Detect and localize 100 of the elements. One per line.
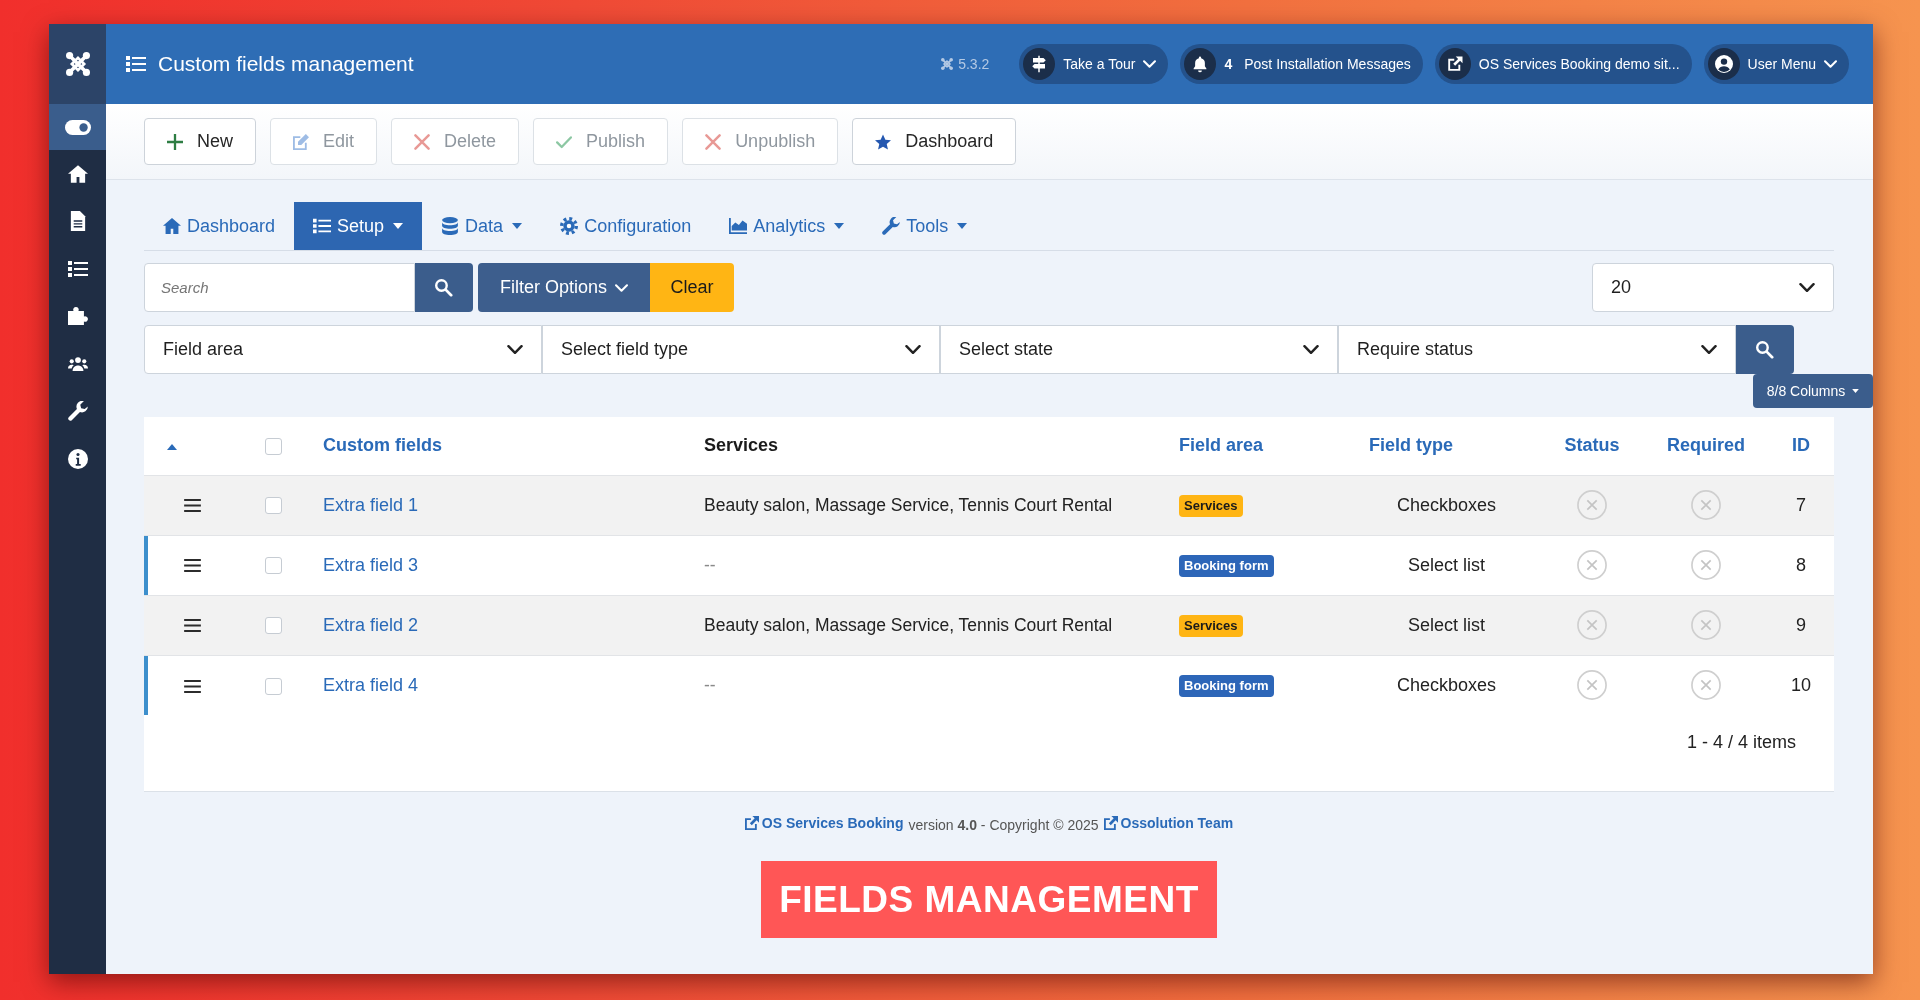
chevron-icon — [1824, 60, 1837, 68]
cross-icon — [705, 133, 722, 150]
bell-icon — [1184, 48, 1217, 80]
promo-banner: FIELDS MANAGEMENT — [761, 861, 1217, 938]
checkbox[interactable] — [265, 438, 282, 455]
services-text: Beauty salon, Massage Service, Tennis Court Rental — [704, 494, 1113, 515]
columns-button[interactable]: 8/8 Columns — [1753, 374, 1873, 408]
new-button[interactable]: New — [144, 118, 256, 165]
caret-icon — [393, 223, 404, 229]
id-text: 7 — [1796, 494, 1806, 515]
field-name-link[interactable]: Extra field 1 — [323, 494, 419, 515]
area-badge: Booking form — [1179, 674, 1274, 697]
gear-icon — [560, 217, 579, 235]
search-button[interactable] — [1736, 325, 1794, 374]
id-text: 10 — [1791, 674, 1811, 695]
clear-button[interactable]: Clear — [650, 263, 734, 312]
field-type-text: Select list — [1408, 554, 1485, 575]
caret-icon — [1852, 389, 1860, 393]
field-name-link[interactable]: Extra field 2 — [323, 614, 419, 635]
services-text: -- — [704, 674, 716, 695]
limit-select[interactable]: 20 — [1592, 263, 1834, 312]
area-badge: Services — [1179, 614, 1243, 637]
row-checkbox[interactable] — [265, 617, 282, 635]
chevron-icon — [507, 345, 523, 354]
area-badge: Services — [1179, 494, 1243, 517]
pagination-info: 1 - 4 / 4 items — [1686, 732, 1796, 753]
dashboard-button[interactable]: Dashboard — [852, 118, 1017, 165]
column-header[interactable]: Field type — [1353, 417, 1540, 475]
chevron-icon — [1701, 345, 1717, 354]
tab[interactable]: Tools — [863, 202, 987, 250]
field-type-text: Checkboxes — [1396, 494, 1497, 515]
column-header[interactable]: Status — [1540, 417, 1644, 475]
row-checkbox[interactable] — [265, 497, 282, 515]
list-icon — [126, 56, 146, 72]
area-badge: Booking form — [1179, 554, 1274, 577]
author-link[interactable]: Ossolution Team — [1103, 815, 1234, 831]
filter-select[interactable]: Field area — [144, 325, 542, 374]
caret-icon — [834, 223, 845, 229]
tour-button[interactable]: Take a Tour — [1019, 44, 1169, 84]
tab[interactable]: Analytics — [710, 202, 864, 250]
row-checkbox[interactable] — [265, 677, 282, 695]
caret-icon — [512, 223, 523, 229]
user-icon — [1707, 48, 1740, 80]
row-checkbox[interactable] — [265, 557, 282, 575]
site-link-button[interactable]: OS Services Booking demo sit... — [1434, 44, 1692, 84]
column-header[interactable]: ID — [1768, 417, 1834, 475]
wrench-icon — [882, 217, 901, 235]
filter-select[interactable]: Select state — [940, 325, 1338, 374]
drag-handle-icon[interactable] — [183, 499, 201, 513]
services-text: -- — [704, 554, 716, 575]
product-link[interactable]: OS Services Booking — [744, 815, 904, 831]
tab[interactable]: Dashboard — [144, 202, 295, 250]
tab[interactable]: Configuration — [541, 202, 711, 250]
services-text: Beauty salon, Massage Service, Tennis Court Rental — [704, 614, 1113, 635]
chevron-icon — [1799, 283, 1815, 292]
star-icon — [875, 133, 892, 150]
drag-handle-icon[interactable] — [183, 679, 201, 693]
filter-select[interactable]: Require status — [1338, 325, 1736, 374]
notification-count: 4 — [1224, 56, 1233, 72]
field-name-link[interactable]: Extra field 4 — [323, 674, 419, 695]
drag-handle-icon[interactable] — [183, 559, 201, 573]
window-title: Custom fields management — [158, 52, 414, 76]
messages-button[interactable]: 4 Post Installation Messages — [1180, 44, 1423, 84]
version-label: 5.3.2 — [958, 56, 990, 72]
info-icon[interactable] — [67, 448, 88, 469]
drag-handle-icon[interactable] — [183, 619, 201, 633]
column-header[interactable]: Required — [1644, 417, 1768, 475]
database-icon — [441, 217, 460, 235]
menu-toggle-button[interactable] — [49, 104, 106, 150]
tab[interactable]: Setup — [294, 202, 423, 250]
plus-icon — [167, 133, 183, 150]
search-field[interactable]: Search — [144, 263, 415, 312]
filter-select[interactable]: Select field type — [542, 325, 940, 374]
column-header[interactable]: Custom fields — [307, 417, 688, 475]
search-icon — [435, 278, 453, 297]
sort-icon[interactable] — [167, 443, 177, 450]
check-icon — [556, 133, 573, 150]
field-type-text: Checkboxes — [1396, 674, 1497, 695]
home-icon — [163, 217, 181, 235]
logo-icon — [941, 58, 954, 70]
field-type-text: Select list — [1408, 614, 1485, 635]
filter-options-button[interactable]: Filter Options — [478, 263, 650, 312]
chart-icon — [729, 217, 748, 235]
toggle-icon — [64, 119, 91, 135]
field-name-link[interactable]: Extra field 3 — [323, 554, 419, 575]
tab[interactable]: Data — [422, 202, 542, 250]
cross-icon — [414, 133, 431, 150]
column-header[interactable]: Field area — [1163, 417, 1353, 475]
search-button[interactable] — [415, 263, 473, 312]
external-link-icon — [744, 816, 759, 830]
wrench-icon[interactable] — [67, 401, 88, 422]
external-link-icon — [1103, 816, 1118, 830]
chevron-icon — [1303, 345, 1319, 354]
user-menu-button[interactable]: User Menu — [1703, 44, 1849, 84]
list-icon[interactable] — [67, 258, 88, 279]
chevron-icon — [615, 283, 628, 292]
puzzle-icon[interactable] — [67, 306, 88, 327]
home-icon[interactable] — [67, 163, 88, 184]
logo-icon[interactable] — [65, 52, 90, 76]
footer-text: version 4.0 - Copyright © 2025 — [908, 817, 1099, 833]
